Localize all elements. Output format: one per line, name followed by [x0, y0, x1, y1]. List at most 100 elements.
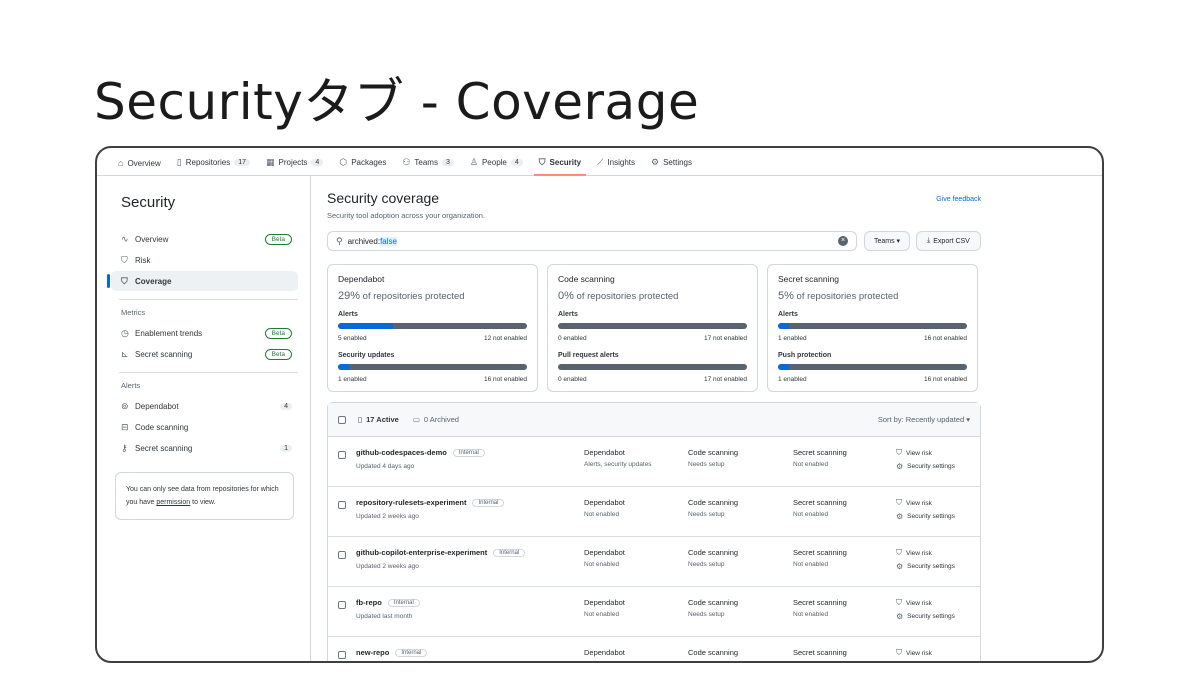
sidebar-item-enablement-trends[interactable]: ◷ Enablement trends Beta [111, 323, 298, 343]
org-nav: ⌂ Overview ▯ Repositories 17 ▦ Projects 4 ⬡ Packa… [97, 148, 1102, 176]
tool-status-code: Code scanning [688, 648, 788, 657]
visibility-badge: Internal [452, 448, 485, 457]
active-filter[interactable]: ▯ 17 Active [358, 415, 399, 424]
sidebar-item-dependabot[interactable]: ⊚ Dependabot 4 [111, 396, 298, 416]
tab-repositories[interactable]: ▯ Repositories 17 [170, 157, 257, 175]
sidebar-item-label: Enablement trends [135, 328, 203, 338]
tool-status: Not enabled [793, 461, 829, 468]
repo-name[interactable]: github-copilot-enterprise-experiment Inte… [356, 548, 526, 557]
tool-status: Not enabled [793, 561, 829, 568]
tab-projects[interactable]: ▦ Projects 4 [259, 157, 330, 175]
sidebar-item-risk[interactable]: ⛉ Risk [111, 250, 298, 270]
view-risk-link[interactable]: ⛉ View risk [896, 648, 932, 658]
card-title: Secret scanning [778, 274, 839, 284]
package-icon: ⬡ [339, 157, 348, 167]
card-title: Code scanning [558, 274, 615, 284]
sidebar-item-coverage[interactable]: ⛉ Coverage [107, 271, 298, 291]
tab-count: 3 [441, 159, 454, 166]
sidebar-item-secret-scanning[interactable]: ⊾ Secret scanning Beta [111, 344, 298, 364]
security-settings-link[interactable]: ⚙ Security settings [896, 612, 955, 621]
security-settings-link[interactable]: ⚙ Security settings [896, 562, 955, 571]
tab-security[interactable]: ⛉ Security [532, 157, 588, 176]
tab-settings[interactable]: ⚙ Settings [644, 157, 699, 175]
tab-insights[interactable]: ⟋ Insights [590, 157, 642, 175]
not-enabled-count: 12 not enabled [483, 335, 527, 342]
pulse-icon: ∿ [121, 233, 129, 244]
updated-time: Updated last month [356, 613, 413, 620]
sidebar-item-label: Overview [135, 234, 169, 244]
archive-icon: ▭ [412, 415, 420, 424]
export-csv-label: Export CSV [933, 237, 970, 245]
progress-bar [338, 323, 527, 329]
row-checkbox[interactable] [338, 451, 346, 459]
tool-name: Dependabot [584, 548, 625, 557]
progress-bar [778, 364, 967, 370]
repo-icon: ▯ [358, 415, 363, 424]
view-risk-link[interactable]: ⛉ View risk [896, 498, 955, 508]
filter-search-input[interactable]: ⚲ archived: false × [327, 231, 857, 251]
repo-name[interactable]: repository-rulesets-experiment Internal [356, 498, 505, 507]
row-checkbox[interactable] [338, 551, 346, 559]
view-risk-label: View risk [906, 649, 932, 657]
clear-filter-icon[interactable]: × [838, 236, 848, 246]
beta-badge: Beta [264, 233, 292, 245]
tab-label: Packages [351, 158, 387, 167]
repo-name[interactable]: fb-repo Internal [356, 598, 420, 607]
not-enabled-count: 17 not enabled [703, 335, 747, 342]
sidebar-item-label: Code scanning [135, 422, 189, 432]
row-checkbox[interactable] [338, 651, 346, 659]
view-risk-link[interactable]: ⛉ View risk [896, 598, 955, 608]
repo-name[interactable]: github-codespaces-demo Internal [356, 448, 485, 457]
percent-value: 29% [338, 290, 361, 302]
permission-link[interactable]: permission [156, 499, 190, 506]
tab-overview[interactable]: ⌂ Overview [111, 158, 168, 175]
tool-status-code: Code scanning Needs setup [688, 498, 788, 518]
search-icon: ⚲ [336, 235, 343, 246]
select-all-checkbox[interactable] [338, 415, 346, 424]
archived-filter[interactable]: ▭ 0 Archived [413, 415, 459, 424]
table-row: github-copilot-enterprise-experiment Inte… [328, 537, 980, 587]
tool-name: Secret scanning [793, 448, 847, 457]
sidebar-item-secret-scanning[interactable]: ⚷ Secret scanning 1 [111, 438, 298, 458]
tool-status-code: Code scanning Needs setup [688, 598, 788, 618]
visibility-badge: Internal [395, 648, 428, 657]
tab-people[interactable]: ♙ People 4 [463, 157, 530, 175]
enabled-count: 0 enabled [558, 335, 587, 342]
sidebar-item-code-scanning[interactable]: ⊟ Code scanning [111, 417, 298, 437]
metric-counts: 0 enabled 17 not enabled [558, 376, 747, 383]
metric-counts: 1 enabled 16 not enabled [778, 376, 967, 383]
give-feedback-link[interactable]: Give feedback [936, 196, 981, 203]
table-row: github-codespaces-demo Internal Updated 4 … [328, 437, 980, 487]
metric-counts: 1 enabled 16 not enabled [778, 335, 967, 342]
tab-teams[interactable]: ⚇ Teams 3 [395, 157, 461, 175]
view-risk-link[interactable]: ⛉ View risk [896, 548, 955, 558]
card-percent: 5% of repositories protected [778, 290, 967, 302]
updated-time: Updated 2 weeks ago [356, 563, 419, 570]
browser-frame: ⌂ Overview ▯ Repositories 17 ▦ Projects 4 ⬡ Packa… [95, 146, 1104, 663]
enabled-count: 5 enabled [338, 335, 367, 342]
filter-key: archived: [347, 236, 381, 246]
metric-label: Alerts [338, 311, 358, 318]
row-checkbox[interactable] [338, 501, 346, 509]
tool-status-dep: Dependabot Not enabled [584, 548, 684, 568]
sort-dropdown[interactable]: Sort by: Recently updated ▾ [878, 415, 970, 424]
security-settings-link[interactable]: ⚙ Security settings [896, 462, 955, 471]
progress-fill [338, 364, 350, 370]
tool-status: Not enabled [793, 611, 829, 618]
security-settings-link[interactable]: ⚙ Security settings [896, 512, 955, 521]
teams-dropdown-button[interactable]: Teams ▾ [864, 231, 910, 251]
progress-fill [778, 364, 790, 370]
row-checkbox[interactable] [338, 601, 346, 609]
metric-counts: 5 enabled 12 not enabled [338, 335, 527, 342]
row-actions: ⛉ View risk ⚙ Security settings [896, 498, 955, 525]
repo-name[interactable]: new-repo Internal [356, 648, 428, 657]
security-settings-label: Security settings [907, 563, 955, 570]
security-settings-label: Security settings [907, 513, 955, 520]
tab-packages[interactable]: ⬡ Packages [332, 157, 393, 175]
view-risk-link[interactable]: ⛉ View risk [896, 448, 955, 458]
progress-bar [778, 323, 967, 329]
sidebar-title: Security [121, 194, 176, 211]
sidebar-item-overview[interactable]: ∿ Overview Beta [111, 229, 298, 249]
export-csv-button[interactable]: ⤓ Export CSV [916, 231, 981, 251]
percent-text: of repositories protected [793, 291, 899, 302]
